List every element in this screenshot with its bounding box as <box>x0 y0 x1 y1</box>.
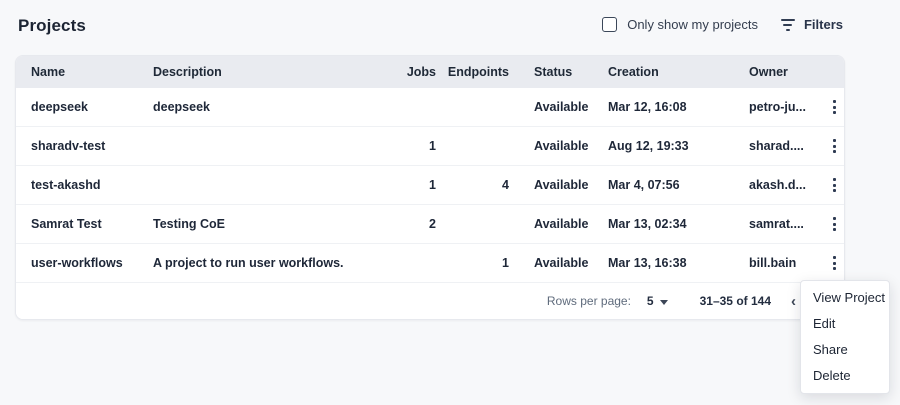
cell-name: sharadv-test <box>31 127 151 166</box>
column-header-owner: Owner <box>749 56 821 88</box>
column-header-jobs: Jobs <box>407 56 436 88</box>
previous-page-button[interactable]: ‹ <box>791 294 796 309</box>
cell-jobs: 1 <box>429 127 436 166</box>
cell-endpoints: 1 <box>502 244 509 283</box>
cell-jobs: 1 <box>429 166 436 205</box>
kebab-menu-icon[interactable] <box>829 95 840 119</box>
cell-creation: Mar 13, 02:34 <box>608 205 728 244</box>
cell-status: Available <box>534 205 606 244</box>
cell-name: user-workflows <box>31 244 151 283</box>
cell-name: Samrat Test <box>31 205 151 244</box>
projects-table: Name Description Jobs Endpoints Status C… <box>15 55 845 320</box>
cell-description: A project to run user workflows. <box>153 244 398 283</box>
cell-creation: Mar 12, 16:08 <box>608 88 728 127</box>
cell-description: deepseek <box>153 88 398 127</box>
table-row[interactable]: test-akashd 1 4 Available Mar 4, 07:56 a… <box>16 166 844 205</box>
menu-item-share[interactable]: Share <box>801 337 889 363</box>
cell-owner: akash.d... <box>749 166 821 205</box>
table-row[interactable]: Samrat Test Testing CoE 2 Available Mar … <box>16 205 844 244</box>
cell-status: Available <box>534 244 606 283</box>
cell-creation: Mar 4, 07:56 <box>608 166 728 205</box>
cell-creation: Mar 13, 16:38 <box>608 244 728 283</box>
kebab-menu-icon[interactable] <box>829 134 840 158</box>
pagination-range: 31–35 of 144 <box>700 294 771 308</box>
menu-item-edit[interactable]: Edit <box>801 311 889 337</box>
column-header-endpoints: Endpoints <box>448 56 509 88</box>
kebab-menu-icon[interactable] <box>829 173 840 197</box>
top-controls: Only show my projects Filters <box>602 17 843 32</box>
row-context-menu: View Project Edit Share Delete <box>800 280 890 394</box>
kebab-menu-icon[interactable] <box>829 251 840 275</box>
column-header-description: Description <box>153 56 398 88</box>
rows-per-page-select[interactable]: 5 <box>647 294 668 308</box>
cell-status: Available <box>534 127 606 166</box>
filter-icon <box>780 19 796 31</box>
cell-owner: samrat.... <box>749 205 821 244</box>
table-row[interactable]: deepseek deepseek Available Mar 12, 16:0… <box>16 88 844 127</box>
rows-per-page-label: Rows per page: <box>547 294 631 308</box>
chevron-down-icon <box>660 300 668 305</box>
column-header-name: Name <box>31 56 151 88</box>
cell-owner: petro-ju... <box>749 88 821 127</box>
cell-name: test-akashd <box>31 166 151 205</box>
cell-description: Testing CoE <box>153 205 398 244</box>
cell-owner: sharad.... <box>749 127 821 166</box>
column-header-status: Status <box>534 56 606 88</box>
cell-endpoints: 4 <box>502 166 509 205</box>
table-row[interactable]: sharadv-test 1 Available Aug 12, 19:33 s… <box>16 127 844 166</box>
rows-per-page-value: 5 <box>647 294 654 308</box>
menu-item-view-project[interactable]: View Project <box>801 285 889 311</box>
cell-creation: Aug 12, 19:33 <box>608 127 728 166</box>
menu-item-delete[interactable]: Delete <box>801 363 889 389</box>
only-my-projects-label: Only show my projects <box>627 17 758 32</box>
page-title: Projects <box>18 16 86 36</box>
table-row[interactable]: user-workflows A project to run user wor… <box>16 244 844 283</box>
filters-button[interactable]: Filters <box>780 17 843 32</box>
cell-name: deepseek <box>31 88 151 127</box>
cell-owner: bill.bain <box>749 244 821 283</box>
filters-label: Filters <box>804 17 843 32</box>
table-header-row: Name Description Jobs Endpoints Status C… <box>16 56 844 88</box>
column-header-creation: Creation <box>608 56 728 88</box>
only-my-projects-checkbox[interactable] <box>602 17 617 32</box>
cell-status: Available <box>534 166 606 205</box>
table-footer: Rows per page: 5 31–35 of 144 ‹ <box>16 283 844 319</box>
cell-jobs: 2 <box>429 205 436 244</box>
cell-status: Available <box>534 88 606 127</box>
kebab-menu-icon[interactable] <box>829 212 840 236</box>
